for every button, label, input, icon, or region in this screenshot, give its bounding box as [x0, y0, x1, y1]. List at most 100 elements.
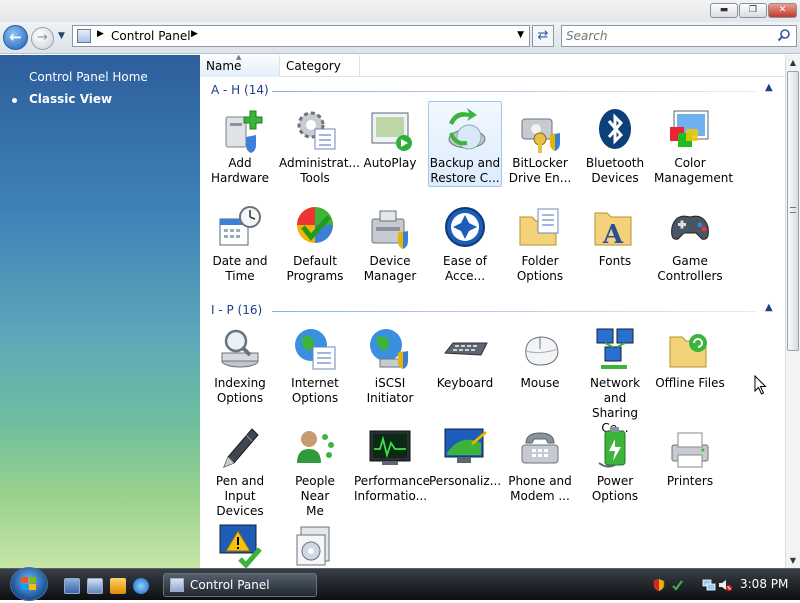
address-bar[interactable]: ▶ Control Panel ▶ ▼ [72, 25, 530, 47]
taskbar-button-label: Control Panel [190, 578, 270, 592]
control-panel-item[interactable]: A Fonts [578, 199, 652, 285]
address-dropdown-icon[interactable]: ▼ [517, 30, 524, 40]
control-panel-item[interactable]: Device Manager [353, 199, 427, 285]
control-panel-item[interactable]: Ease of Acce... [428, 199, 502, 285]
minimize-button[interactable]: ▬ [710, 3, 738, 18]
control-panel-item[interactable] [203, 517, 277, 568]
column-header-category[interactable]: Category [280, 55, 360, 77]
control-panel-item[interactable]: Date and Time [203, 199, 277, 285]
control-panel-item[interactable]: iSCSI Initiator [353, 321, 427, 407]
group-header[interactable]: I - P (16) ▲ [200, 302, 786, 319]
control-panel-item[interactable]: Default Programs [278, 199, 352, 285]
security-shield-icon[interactable] [652, 578, 666, 592]
control-panel-item[interactable]: Offline Files [653, 321, 727, 407]
control-panel-item[interactable] [278, 517, 352, 568]
vertical-scrollbar[interactable]: ▲ ▼ [785, 55, 800, 568]
back-button[interactable]: ← [3, 25, 28, 50]
media-player-icon[interactable] [110, 578, 126, 594]
internet-explorer-icon[interactable] [133, 578, 149, 594]
forward-button[interactable]: → [31, 27, 54, 50]
switch-windows-icon[interactable] [87, 578, 103, 594]
column-header-category-label: Category [286, 59, 341, 73]
item-label-line2: Drive En... [508, 171, 572, 185]
game-controllers-icon [671, 215, 709, 240]
administrative-tools-icon [297, 111, 336, 150]
item-label-line2: Informatio... [354, 489, 428, 503]
column-header-name[interactable]: ▲ Name [200, 55, 280, 77]
search-input[interactable] [566, 28, 766, 44]
network-sharing-icon [596, 328, 634, 369]
refresh-button[interactable]: ⇄ [532, 25, 554, 47]
control-panel-item[interactable]: Game Controllers [653, 199, 727, 285]
recent-pages-dropdown[interactable]: ▼ [58, 31, 65, 41]
scroll-up-button[interactable]: ▲ [786, 55, 800, 70]
collapse-group-icon[interactable]: ▲ [765, 302, 773, 313]
item-label-line2: Modem ... [510, 489, 570, 503]
classic-view-link[interactable]: Classic View [29, 92, 112, 106]
item-label-line2: Options [291, 391, 339, 405]
item-label-line1: Color [674, 156, 706, 170]
system-clock[interactable]: 3:08 PM [740, 577, 788, 591]
control-panel-item[interactable]: Indexing Options [203, 321, 277, 407]
scroll-down-button[interactable]: ▼ [786, 553, 800, 568]
bullet-icon [12, 98, 17, 103]
control-panel-item[interactable]: Administrat... Tools [278, 101, 360, 187]
svg-text:A: A [602, 220, 624, 250]
control-panel-item[interactable]: Color Management [653, 101, 733, 187]
control-panel-item[interactable]: Keyboard [428, 321, 502, 407]
control-panel-item[interactable]: Folder Options [503, 199, 577, 285]
volume-muted-icon[interactable] [718, 578, 732, 592]
title-bar: ▬ ❐ ✕ [0, 0, 800, 22]
maximize-button[interactable]: ❐ [739, 3, 767, 18]
control-panel-item[interactable]: Pen and Input Devices [203, 419, 277, 518]
control-panel-item[interactable]: Phone and Modem ... [503, 419, 577, 505]
control-panel-item[interactable]: Power Options [578, 419, 652, 505]
search-box[interactable] [561, 25, 797, 47]
control-panel-item[interactable]: Internet Options [278, 321, 352, 407]
control-panel-item[interactable]: Performance Informatio... [353, 419, 430, 505]
control-panel-item[interactable]: People Near Me [278, 419, 352, 518]
group-label: A - H (14) [211, 83, 269, 97]
group-label: I - P (16) [211, 303, 263, 317]
network-icon[interactable] [702, 578, 716, 592]
control-panel-item[interactable]: Printers [653, 419, 727, 505]
pen-input-icon [223, 428, 259, 468]
breadcrumb-arrow-icon[interactable]: ▶ [191, 29, 198, 39]
start-button[interactable] [10, 567, 48, 601]
control-panel-home-link[interactable]: Control Panel Home [29, 70, 148, 84]
group-header[interactable]: A - H (14) ▲ [200, 82, 786, 99]
autoplay-icon [371, 112, 412, 151]
control-panel-item[interactable]: BitLocker Drive En... [503, 101, 577, 187]
control-panel-item[interactable]: Add Hardware [203, 101, 277, 187]
item-label-line1: Personaliz... [429, 474, 502, 488]
backup-restore-icon [448, 108, 486, 150]
breadcrumb-control-panel[interactable]: Control Panel [111, 29, 191, 43]
navigation-bar: ← → ▼ ▶ Control Panel ▶ ▼ ⇄ [0, 22, 800, 54]
problem-reports-icon [219, 524, 262, 568]
people-near-me-icon [297, 431, 334, 463]
item-label-line1: Network and [589, 376, 641, 405]
taskbar-button-control-panel[interactable]: Control Panel [163, 573, 317, 597]
search-icon[interactable] [777, 28, 791, 42]
show-desktop-icon[interactable] [64, 578, 80, 594]
bitlocker-icon [521, 118, 560, 153]
close-button[interactable]: ✕ [768, 3, 797, 18]
item-label-line1: Folder [521, 254, 559, 268]
item-label-line1: Internet [291, 376, 339, 390]
group-divider [272, 311, 756, 312]
collapse-group-icon[interactable]: ▲ [765, 82, 773, 93]
control-panel-item[interactable]: Network andSharing Ce... [578, 321, 652, 435]
item-label-line1: Game [672, 254, 708, 268]
breadcrumb-arrow-icon[interactable]: ▶ [97, 29, 104, 39]
device-manager-icon [371, 210, 408, 249]
control-panel-item[interactable]: Backup and Restore C... [428, 101, 502, 187]
update-icon[interactable] [670, 578, 684, 592]
control-panel-item[interactable]: Personaliz... [428, 419, 502, 505]
control-panel-item[interactable]: Bluetooth Devices [578, 101, 652, 187]
scroll-thumb[interactable] [787, 71, 799, 351]
iscsi-initiator-icon [370, 329, 408, 369]
color-management-icon [670, 110, 709, 147]
printers-icon [671, 432, 709, 468]
control-panel-item[interactable]: Mouse [503, 321, 577, 407]
control-panel-item[interactable]: AutoPlay [353, 101, 427, 187]
